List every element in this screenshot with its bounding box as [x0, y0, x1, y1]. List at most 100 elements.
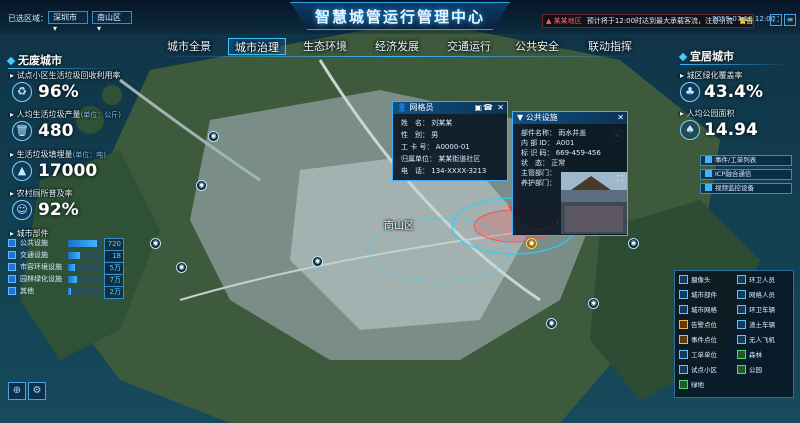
- legend-item[interactable]: 网格人员: [737, 290, 775, 300]
- list-item[interactable]: 交通设施18万: [8, 250, 126, 274]
- expand-icon[interactable]: ⛶: [617, 174, 623, 184]
- event-icon: [679, 335, 688, 344]
- fullscreen-icon[interactable]: ⛶: [770, 14, 782, 26]
- tab-linkage-command[interactable]: 联动指挥: [580, 38, 640, 55]
- popup-row: 姓 名： 刘某某: [401, 119, 453, 127]
- map-marker[interactable]: ◉: [526, 238, 537, 249]
- recycle-icon: ♻: [12, 82, 32, 102]
- popup-row: 养护部门：: [521, 179, 556, 187]
- menu-icon[interactable]: ≡: [784, 14, 796, 26]
- popup-row: 电 话： 134-XXXX-3213: [401, 167, 487, 175]
- warning-icon: ▼: [517, 113, 524, 122]
- legend-item[interactable]: 摄像头: [679, 275, 711, 285]
- legend-item[interactable]: 无人飞机: [737, 335, 775, 345]
- map-marker[interactable]: ◉: [176, 262, 187, 273]
- user-icon: 👤: [397, 103, 407, 112]
- component-bar-fill: [68, 240, 97, 247]
- video-icon[interactable]: ▣: [474, 102, 482, 114]
- tab-ecology[interactable]: 生态环境: [296, 38, 354, 55]
- checkbox[interactable]: [8, 239, 16, 247]
- phone-icon[interactable]: ☎: [483, 102, 493, 114]
- icp-comm-button[interactable]: ICP融合通信: [700, 169, 792, 180]
- checkbox[interactable]: [8, 251, 16, 259]
- drone-icon: [737, 335, 746, 344]
- sanitation-vehicle-icon: [737, 305, 746, 314]
- region-label: 已选区域：: [8, 14, 48, 23]
- grid-icon: [679, 305, 688, 314]
- metric-label: ▸ 试点小区生活垃圾回收利用率: [10, 71, 121, 80]
- legend-item[interactable]: 告警点位: [679, 320, 717, 330]
- map-marker[interactable]: ◉: [588, 298, 599, 309]
- tab-city-overview[interactable]: 城市全景: [160, 38, 218, 55]
- tab-public-safety[interactable]: 公共安全: [508, 38, 566, 55]
- legend-item[interactable]: 环卫车辆: [737, 305, 775, 315]
- legend-item[interactable]: 工单单位: [679, 350, 717, 360]
- legend-item[interactable]: 试点小区: [679, 365, 717, 375]
- waste-free-section-title: 无废城市: [6, 52, 62, 68]
- park-icon: ♠: [680, 120, 700, 140]
- datetime: 2019-07-10 12:00: [712, 15, 776, 23]
- checkbox[interactable]: [8, 287, 16, 295]
- popup-row: 标 识 码： 669-459-456: [521, 149, 601, 157]
- component-icon: [679, 290, 688, 299]
- popup-header: ▼ 公共设施 ✕: [513, 112, 627, 124]
- event-list-button[interactable]: 事件/工单列表: [700, 155, 792, 166]
- checkbox[interactable]: [8, 263, 16, 271]
- list-item[interactable]: 公共设施720万: [8, 238, 126, 262]
- grid-worker-popup: 👤 网格员 ✕ ☎ ▣ 姓 名： 刘某某 性 别： 男 工 卡 号： A0000-01…: [392, 101, 508, 181]
- settings-icon[interactable]: ⚙: [28, 382, 46, 400]
- alert-tag: ▲ 某某地区: [546, 17, 582, 25]
- popup-row: 工 卡 号： A0000-01: [401, 143, 470, 151]
- facility-popup: ▼ 公共设施 ✕ 部件名称： 雨水井盖 内 部 ID： A001 标 识 码： 6…: [512, 111, 628, 236]
- legend-item[interactable]: 绿地: [679, 380, 704, 390]
- popup-row: 内 部 ID： A001: [521, 139, 575, 147]
- close-icon[interactable]: ✕: [497, 102, 504, 114]
- component-bar-fill: [68, 288, 72, 295]
- city-select[interactable]: 深圳市 ▾: [48, 11, 88, 33]
- video-device-button[interactable]: 视频监控设备: [700, 183, 792, 194]
- map-marker[interactable]: ◉: [546, 318, 557, 329]
- legend-item[interactable]: 森林: [737, 350, 762, 360]
- legend-item[interactable]: 渣土车辆: [737, 320, 775, 330]
- district-select[interactable]: 南山区 ▾: [92, 11, 132, 33]
- camera-icon: [679, 275, 688, 284]
- popup-header: 👤 网格员 ✕ ☎ ▣: [393, 102, 507, 114]
- sanitation-worker-icon: [737, 275, 746, 284]
- grid-worker-icon: [737, 290, 746, 299]
- tab-city-governance[interactable]: 城市治理: [228, 38, 286, 55]
- metric-label: ▸ 城区绿化覆盖率: [680, 71, 743, 80]
- component-bar-fill: [68, 276, 77, 283]
- popup-row: 归属单位： 某某街道社区: [401, 155, 481, 163]
- forest-icon: [737, 350, 746, 359]
- metric-value: 96%: [38, 82, 79, 102]
- popup-row: 部件名称： 雨水井盖: [521, 129, 587, 137]
- map-legend: 摄像头 城市部件 城市网格 告警点位 事件点位 工单单位 试点小区 绿地 环卫人…: [674, 270, 794, 398]
- map-marker[interactable]: ◉: [628, 238, 639, 249]
- legend-item[interactable]: 公园: [737, 365, 762, 375]
- tab-economy[interactable]: 经济发展: [368, 38, 426, 55]
- legend-item[interactable]: 环卫人员: [737, 275, 775, 285]
- livable-city-section-title: 宜居城市: [678, 48, 734, 64]
- popup-row: 性 别： 男: [401, 131, 439, 139]
- locate-icon[interactable]: ⊕: [8, 382, 26, 400]
- map-marker[interactable]: ◉: [150, 238, 161, 249]
- component-bar-fill: [68, 264, 75, 271]
- greenland-icon: [679, 380, 688, 389]
- toilet-icon: ☺: [12, 200, 32, 220]
- tab-traffic[interactable]: 交通运行: [440, 38, 498, 55]
- metric-value: 92%: [38, 200, 79, 220]
- workorder-icon: [679, 350, 688, 359]
- checkbox[interactable]: [8, 275, 16, 283]
- legend-item[interactable]: 城市网格: [679, 305, 717, 315]
- alarm-icon: [679, 320, 688, 329]
- map-marker[interactable]: ◉: [312, 256, 323, 267]
- map-marker[interactable]: ◉: [196, 180, 207, 191]
- landfill-icon: ▲: [12, 161, 32, 181]
- map-marker[interactable]: ◉: [208, 131, 219, 142]
- close-icon[interactable]: ✕: [617, 112, 624, 124]
- list-item[interactable]: 其他 2万: [8, 286, 126, 299]
- legend-item[interactable]: 事件点位: [679, 335, 717, 345]
- legend-item[interactable]: 城市部件: [679, 290, 717, 300]
- list-item[interactable]: 市容环境设施 5万: [8, 262, 126, 275]
- list-item[interactable]: 园林绿化设施 7万: [8, 274, 126, 287]
